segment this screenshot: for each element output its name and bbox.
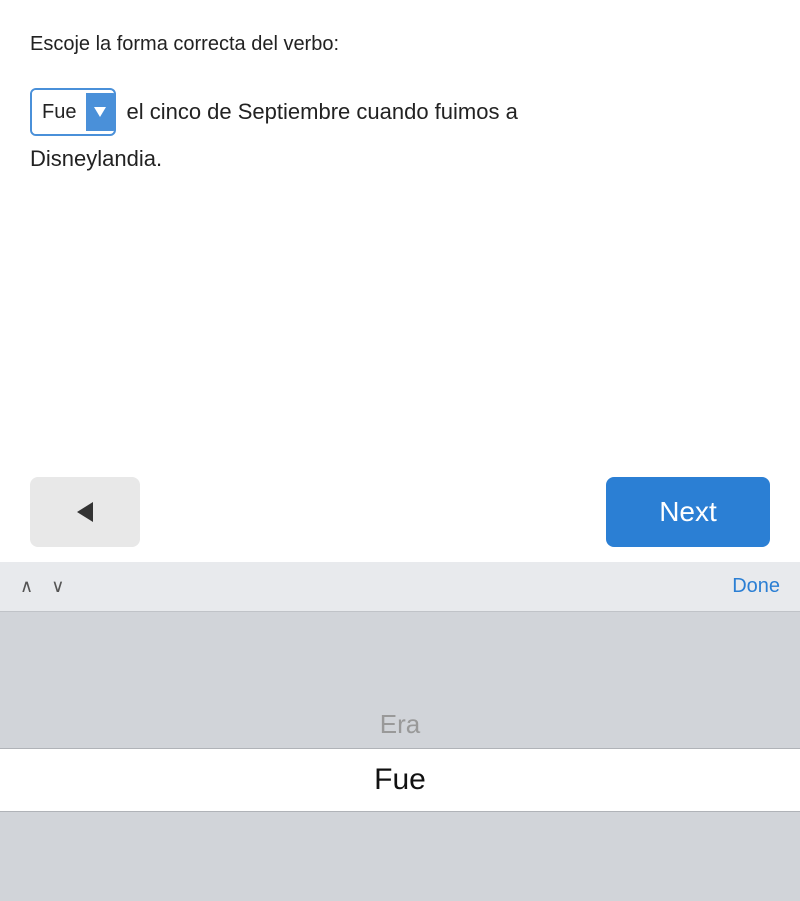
picker-done-button[interactable]: Done	[732, 575, 780, 598]
picker-up-button[interactable]: ∧	[20, 576, 33, 597]
dropdown-arrow-button[interactable]	[86, 93, 114, 131]
sentence-area: Fue el cinco de Septiembre cuando fuimos…	[30, 88, 770, 136]
picker-item-fue[interactable]: Fue	[0, 748, 800, 812]
picker-scroll-area[interactable]: Era Fue	[0, 612, 800, 901]
navigation-bar: Next	[0, 462, 800, 562]
main-content: Escoje la forma correcta del verbo: Fue …	[0, 0, 800, 462]
verb-dropdown[interactable]: Fue	[30, 88, 116, 136]
picker-toolbar: ∧ ∨ Done	[0, 562, 800, 612]
sentence-part2: Disneylandia.	[30, 146, 770, 172]
next-button[interactable]: Next	[606, 477, 770, 547]
next-button-label: Next	[659, 496, 717, 528]
instruction-text: Escoje la forma correcta del verbo:	[30, 30, 770, 58]
sentence-part1: el cinco de Septiembre cuando fuimos a	[126, 94, 517, 129]
picker-down-button[interactable]: ∨	[51, 576, 64, 597]
back-button[interactable]	[30, 477, 140, 547]
picker-nav-group: ∧ ∨	[20, 576, 64, 597]
picker-item-era[interactable]: Era	[0, 701, 800, 748]
picker-section: ∧ ∨ Done Era Fue	[0, 562, 800, 901]
dropdown-value: Fue	[32, 90, 86, 134]
picker-items-list: Era Fue	[0, 612, 800, 901]
